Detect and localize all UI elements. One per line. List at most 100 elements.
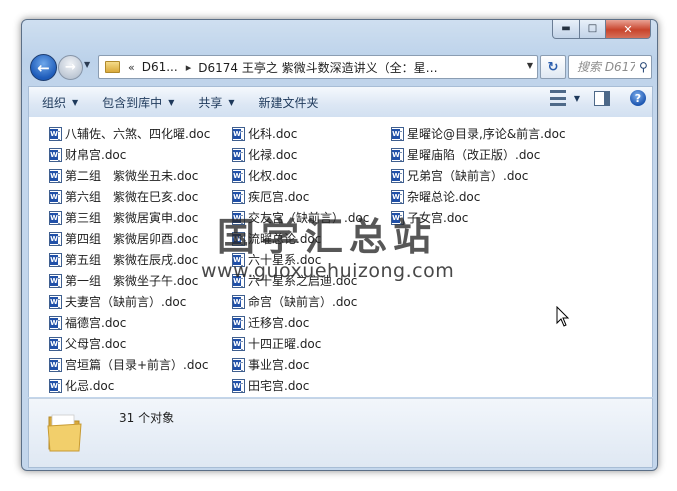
- file-item[interactable]: 财帛宫.doc: [49, 144, 210, 165]
- file-item[interactable]: 杂曜总论.doc: [391, 186, 566, 207]
- file-item[interactable]: 化权.doc: [232, 165, 369, 186]
- share-menu[interactable]: 共享 ▼: [186, 90, 246, 114]
- recent-pages-dropdown[interactable]: ▼: [84, 60, 90, 69]
- file-item[interactable]: 交友宫（缺前言）.doc: [232, 207, 369, 228]
- word-doc-icon: [232, 315, 245, 330]
- address-dropdown-icon[interactable]: ▼: [527, 61, 533, 70]
- file-item[interactable]: 第四组 紫微居卯酉.doc: [49, 228, 210, 249]
- file-list: 八辅佐、六煞、四化曜.doc 财帛宫.doc 第二组 紫微坐丑未.doc 第六组…: [28, 117, 653, 397]
- mouse-cursor-icon: [556, 306, 570, 327]
- details-pane: 31 个对象: [28, 398, 653, 468]
- file-item[interactable]: 事业宫.doc: [232, 354, 369, 375]
- file-item[interactable]: 福德宫.doc: [49, 312, 210, 333]
- file-name: 杂曜总论.doc: [407, 190, 481, 204]
- chevron-down-icon: ▼: [84, 60, 91, 69]
- file-name: 兄弟宫（缺前言）.doc: [407, 169, 529, 183]
- file-item[interactable]: 田宅宫.doc: [232, 375, 369, 396]
- view-options-icon[interactable]: [549, 90, 566, 106]
- word-doc-icon: [49, 126, 62, 141]
- file-name: 田宅宫.doc: [248, 379, 310, 393]
- file-name: 迁移宫.doc: [248, 316, 310, 330]
- file-item[interactable]: 第二组 紫微坐丑未.doc: [49, 165, 210, 186]
- organize-menu[interactable]: 组织 ▼: [29, 90, 90, 114]
- refresh-button[interactable]: ↻: [540, 55, 566, 79]
- file-name: 十四正曜.doc: [248, 337, 322, 351]
- word-doc-icon: [391, 168, 404, 183]
- file-name: 六十星系之启迪.doc: [248, 274, 358, 288]
- file-item[interactable]: 化忌.doc: [49, 375, 210, 396]
- new-folder-button[interactable]: 新建文件夹: [247, 90, 331, 114]
- maximize-button[interactable]: □: [580, 20, 606, 39]
- file-item[interactable]: 父母宫.doc: [49, 333, 210, 354]
- address-bar[interactable]: « D61... ▸ D6174 王亭之 紫微斗数深造讲义（全：星曜宫... ▼: [98, 55, 538, 79]
- file-item[interactable]: 流曜总论.doc: [232, 228, 369, 249]
- refresh-icon: ↻: [547, 59, 559, 75]
- toolbar-right: ▼ ?: [549, 90, 646, 106]
- window-controls: ▬ □ ✕: [552, 20, 651, 39]
- file-item[interactable]: 第一组 紫微坐子午.doc: [49, 270, 210, 291]
- search-box[interactable]: ⚲: [568, 55, 652, 79]
- file-item[interactable]: 命宫（缺前言）.doc: [232, 291, 369, 312]
- word-doc-icon: [49, 252, 62, 267]
- close-button[interactable]: ✕: [606, 20, 651, 39]
- chevron-down-icon: ▼: [72, 97, 79, 107]
- file-item[interactable]: 星曜庙陷（改正版）.doc: [391, 144, 566, 165]
- word-doc-icon: [232, 336, 245, 351]
- file-item[interactable]: 子女宫.doc: [391, 207, 566, 228]
- file-item[interactable]: 兄弟宫（缺前言）.doc: [391, 165, 566, 186]
- file-name: 八辅佐、六煞、四化曜.doc: [65, 127, 211, 141]
- file-name: 宫垣篇（目录+前言）.doc: [65, 358, 209, 372]
- file-item[interactable]: 十四正曜.doc: [232, 333, 369, 354]
- file-item[interactable]: 迁移宫.doc: [232, 312, 369, 333]
- file-name: 第二组 紫微坐丑未.doc: [65, 169, 199, 183]
- file-name: 命宫（缺前言）.doc: [248, 295, 358, 309]
- include-in-library-menu[interactable]: 包含到库中 ▼: [90, 90, 186, 114]
- view-dropdown-icon[interactable]: ▼: [574, 94, 580, 103]
- word-doc-icon: [232, 231, 245, 246]
- word-doc-icon: [49, 315, 62, 330]
- file-item[interactable]: 第六组 紫微在巳亥.doc: [49, 186, 210, 207]
- file-item[interactable]: 八辅佐、六煞、四化曜.doc: [49, 123, 210, 144]
- minimize-button[interactable]: ▬: [552, 20, 580, 39]
- word-doc-icon: [391, 210, 404, 225]
- forward-button[interactable]: →: [58, 55, 83, 80]
- word-doc-icon: [232, 294, 245, 309]
- file-item[interactable]: 六十星系之启迪.doc: [232, 270, 369, 291]
- file-item[interactable]: 星曜论@目录,序论&前言.doc: [391, 123, 566, 144]
- word-doc-icon: [49, 357, 62, 372]
- word-doc-icon: [49, 294, 62, 309]
- file-item[interactable]: 夫妻宫（缺前言）.doc: [49, 291, 210, 312]
- file-name: 化科.doc: [248, 127, 298, 141]
- share-label: 共享: [198, 95, 223, 110]
- file-item[interactable]: 宫垣篇（目录+前言）.doc: [49, 354, 210, 375]
- file-item[interactable]: 化科.doc: [232, 123, 369, 144]
- file-item[interactable]: 第五组 紫微在辰戌.doc: [49, 249, 210, 270]
- back-button[interactable]: ←: [30, 54, 57, 81]
- word-doc-icon: [49, 231, 62, 246]
- word-doc-icon: [391, 147, 404, 162]
- file-item[interactable]: 化禄.doc: [232, 144, 369, 165]
- breadcrumb-overflow[interactable]: «: [128, 61, 135, 74]
- word-doc-icon: [232, 189, 245, 204]
- preview-pane-icon[interactable]: [594, 90, 610, 106]
- large-folder-icon: [47, 414, 82, 452]
- breadcrumb-separator-icon[interactable]: ▸: [186, 61, 192, 74]
- word-doc-icon: [391, 126, 404, 141]
- file-item[interactable]: 疾厄宫.doc: [232, 186, 369, 207]
- file-column-3: 星曜论@目录,序论&前言.doc 星曜庙陷（改正版）.doc 兄弟宫（缺前言）.…: [391, 123, 566, 228]
- breadcrumb-current[interactable]: D6174 王亭之 紫微斗数深造讲义（全：星曜宫...: [198, 59, 448, 76]
- file-name: 第三组 紫微居寅申.doc: [65, 211, 199, 225]
- file-name: 第四组 紫微居卯酉.doc: [65, 232, 199, 246]
- file-name: 星曜庙陷（改正版）.doc: [407, 148, 541, 162]
- help-icon[interactable]: ?: [630, 90, 646, 106]
- file-name: 六十星系.doc: [248, 253, 322, 267]
- file-name: 疾厄宫.doc: [248, 190, 310, 204]
- word-doc-icon: [49, 378, 62, 393]
- breadcrumb-parent[interactable]: D61...: [142, 60, 178, 74]
- word-doc-icon: [232, 357, 245, 372]
- search-icon[interactable]: ⚲: [639, 60, 648, 74]
- file-item[interactable]: 六十星系.doc: [232, 249, 369, 270]
- file-item[interactable]: 第三组 紫微居寅申.doc: [49, 207, 210, 228]
- word-doc-icon: [232, 126, 245, 141]
- search-input[interactable]: [575, 59, 637, 75]
